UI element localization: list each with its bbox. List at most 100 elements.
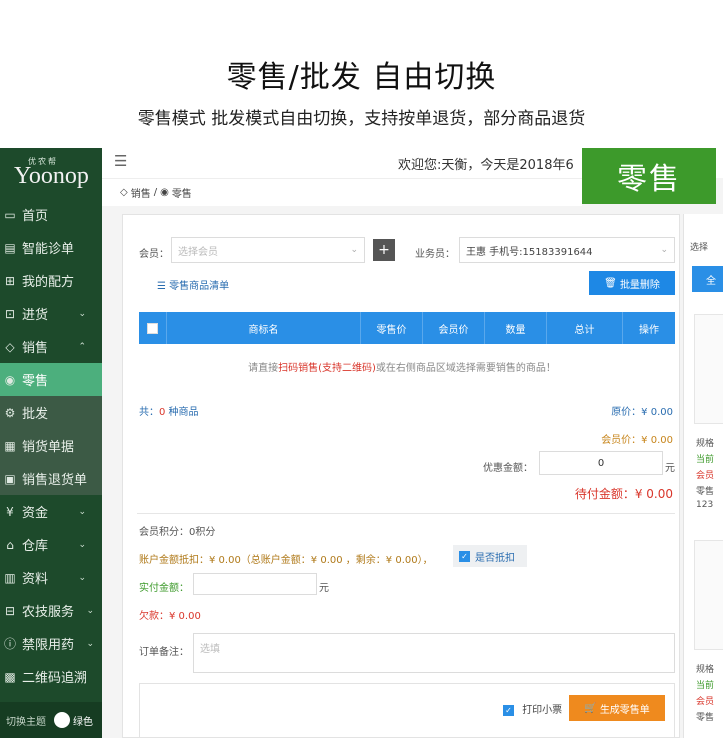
divider [137, 513, 675, 514]
count-pre: 共： [139, 407, 159, 418]
sidebar-item-data[interactable]: ▥ 资料 ⌄ [0, 561, 102, 594]
sidebar-item-wholesale[interactable]: ⚙ 批发 [0, 396, 102, 429]
theme-switcher: 切换主题 绿色 [0, 702, 102, 738]
deduct-toggle[interactable]: ✓ 是否抵扣 [453, 545, 527, 567]
menu-icon[interactable]: ☰ [114, 152, 127, 170]
app-window: 优农帮 Yoonop ▭ 首页 ▤ 智能诊单 ⊞ 我的配方 ⊡ 进货 ⌄ ◇ 销… [0, 148, 723, 738]
product-card[interactable] [694, 540, 723, 650]
member-price-total: 会员价：¥ 0.00 [601, 435, 673, 446]
sidebar-item-label: 禁限用药 [22, 638, 75, 653]
qrcode-icon: ▩ [4, 669, 16, 684]
col-retail-price: 零售价 [361, 312, 423, 344]
salesperson-select[interactable]: 王惠 手机号:15183391644 ⌄ [459, 237, 675, 263]
sidebar-item-purchase[interactable]: ⊡ 进货 ⌄ [0, 297, 102, 330]
theme-name: 绿色 [73, 716, 93, 728]
sidebar-item-label: 批发 [22, 407, 49, 422]
member-select[interactable]: 选择会员 ⌄ [171, 237, 365, 263]
sidebar-item-label: 销售退货单 [22, 473, 88, 488]
select-all-checkbox[interactable] [147, 322, 158, 334]
trash-icon: 🗑 [604, 277, 620, 289]
paid-unit: 元 [319, 583, 329, 594]
col-quantity: 数量 [485, 312, 547, 344]
sidebar-item-label: 智能诊单 [22, 242, 75, 257]
discount-input[interactable]: 0 [539, 451, 663, 475]
product-spec: 规格 [696, 439, 715, 449]
hero-title: 零售/批发 自由切换 [226, 60, 497, 95]
sidebar-item-agri-service[interactable]: ⊟ 农技服务 ⌄ [0, 594, 102, 627]
sidebar-item-label: 进货 [22, 308, 49, 323]
list-icon: ☰ [157, 281, 170, 292]
sidebar-item-label: 仓库 [22, 539, 49, 554]
book-icon: ▥ [4, 570, 16, 585]
receipt-icon: ▦ [4, 438, 16, 453]
sidebar-item-label: 我的配方 [22, 275, 75, 290]
check-icon: ✓ [459, 550, 470, 562]
chevron-down-icon: ⌄ [78, 506, 86, 517]
product-retail: 零售 [696, 487, 715, 497]
sidebar-item-funds[interactable]: ¥ 资金 ⌄ [0, 495, 102, 528]
logo-main-text: Yoonop [14, 163, 89, 189]
sidebar-item-retail[interactable]: ◉ 零售 [0, 363, 102, 396]
remark-input[interactable]: 选填 [193, 633, 675, 673]
cart-icon: ⊡ [4, 306, 16, 321]
gear-icon: ⚙ [4, 405, 16, 420]
owed-amount: 欠款：¥ 0.00 [139, 611, 201, 622]
breadcrumb-current: 零售 [171, 189, 192, 200]
sidebar-item-sales[interactable]: ◇ 销售 ⌃ [0, 330, 102, 363]
generate-label: 生成零售单 [599, 704, 650, 716]
product-retail: 零售 [696, 713, 715, 723]
theme-toggle[interactable] [54, 712, 70, 728]
paid-amount-input[interactable] [193, 573, 317, 595]
sidebar-item-diagnosis[interactable]: ▤ 智能诊单 [0, 231, 102, 264]
monitor-icon: ▭ [4, 207, 16, 222]
product-spec: 规格 [696, 665, 715, 675]
document-icon: ▤ [4, 240, 16, 255]
discount-label: 优惠金额： [483, 463, 533, 474]
batch-delete-label: 批量删除 [619, 279, 660, 291]
batch-delete-button[interactable]: 🗑 批量删除 [589, 271, 675, 295]
account-deduct-info: 账户金额抵扣：¥ 0.00（总账户金额：¥ 0.00 ，剩余：¥ 0.00）， [139, 555, 433, 566]
sidebar-item-qr-trace[interactable]: ▩ 二维码追溯 [0, 660, 102, 693]
add-member-button[interactable]: + [373, 239, 395, 261]
all-products-button[interactable]: 全 [692, 266, 723, 292]
sidebar: 优农帮 Yoonop ▭ 首页 ▤ 智能诊单 ⊞ 我的配方 ⊡ 进货 ⌄ ◇ 销… [0, 148, 102, 738]
product-panel: 选择 全 规格 当前 会员 零售 123 规格 当前 会员 零售 [683, 214, 723, 738]
circle-icon: ◉ [4, 372, 16, 387]
retail-form-panel: 会员： 选择会员 ⌄ + 业务员： 王惠 手机号:15183391644 ⌄ ☰… [122, 214, 680, 738]
remark-label: 订单备注： [139, 647, 189, 658]
chevron-down-icon: ⌄ [78, 539, 86, 550]
sidebar-item-warehouse[interactable]: ⌂ 仓库 ⌄ [0, 528, 102, 561]
print-receipt-checkbox[interactable]: ✓ 打印小票 [503, 701, 562, 716]
retail-list-link[interactable]: ☰ 零售商品清单 [157, 277, 229, 292]
discount-value: 0 [597, 457, 605, 469]
theme-switch-label: 切换主题 [6, 716, 46, 728]
sidebar-item-formula[interactable]: ⊞ 我的配方 [0, 264, 102, 297]
check-icon: ✓ [503, 704, 514, 716]
plus-box-icon: ⊞ [4, 273, 16, 288]
chevron-down-icon: ⌄ [350, 245, 358, 255]
sidebar-item-banned-drugs[interactable]: ⓘ 禁限用药 ⌄ [0, 627, 102, 660]
count-post: 种商品 [165, 407, 199, 418]
tip-highlight: 扫码销售(支持二维码) [278, 363, 376, 374]
tip-pre: 请直接 [248, 363, 279, 374]
sidebar-item-sales-orders[interactable]: ▦ 销货单据 [0, 429, 102, 462]
sidebar-item-sales-returns[interactable]: ▣ 销售退货单 [0, 462, 102, 495]
chevron-down-icon: ⌄ [86, 605, 94, 616]
generate-retail-order-button[interactable]: 🛒 生成零售单 [569, 695, 665, 721]
member-placeholder: 选择会员 [178, 246, 218, 258]
chevron-down-icon: ⌄ [660, 245, 668, 255]
hero-subtitle: 零售模式 批发模式自由切换，支持按单退货，部分商品退货 [137, 109, 586, 129]
breadcrumb-parent[interactable]: 销售 [131, 185, 151, 200]
paid-label: 实付金额： [139, 583, 189, 594]
warning-icon: ⓘ [3, 637, 16, 651]
print-receipt-label: 打印小票 [522, 705, 563, 716]
breadcrumb-separator: / [153, 187, 158, 198]
sidebar-item-home[interactable]: ▭ 首页 [0, 198, 102, 231]
product-current: 当前 [696, 455, 715, 465]
retail-banner: 零售 [582, 148, 716, 204]
tip-post: 或在右侧商品区域选择需要销售的商品！ [375, 363, 556, 374]
item-count: 共：0 种商品 [139, 403, 199, 418]
tag-icon: ◇ [5, 339, 15, 354]
product-card[interactable] [694, 314, 723, 424]
salesperson-label: 业务员： [415, 249, 455, 260]
